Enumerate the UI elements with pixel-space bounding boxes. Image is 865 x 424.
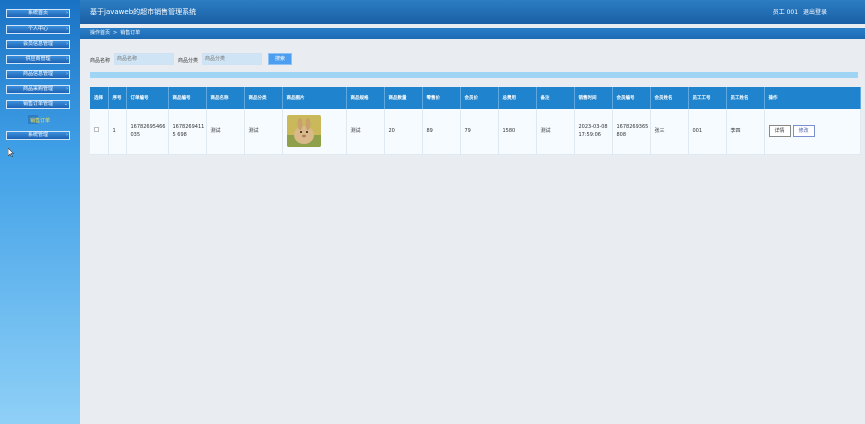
sidebar-item-label: 商品信息管理 — [22, 71, 53, 77]
sidebar-item-label: 系统首页 — [27, 10, 48, 16]
column-header[interactable]: 商品数量 — [384, 87, 423, 109]
sidebar-item-label: 销售订单管理 — [22, 101, 53, 107]
search-form: 商品名称 商品分类 — [90, 53, 390, 65]
mouse-cursor-icon — [8, 148, 14, 157]
cell-index: 1 — [108, 109, 127, 155]
cell-member-name: 张三 — [650, 109, 689, 155]
category-input[interactable] — [202, 53, 262, 65]
product-name-input[interactable] — [114, 53, 174, 65]
cell-product-name: 测试 — [206, 109, 245, 155]
column-header[interactable]: 零售价 — [422, 87, 461, 109]
sidebar-item-home[interactable]: 系统首页 › — [6, 9, 70, 18]
sidebar-item-system[interactable]: 系统管理 › — [6, 131, 70, 140]
breadcrumb-home[interactable]: 操作首页 — [90, 30, 110, 36]
search-button[interactable]: 搜索 — [268, 53, 292, 65]
sidebar-item-label: 商品采购管理 — [22, 86, 53, 92]
sidebar-subitem-sales-order[interactable]: 销售订单 — [28, 115, 51, 124]
table-row: 1 16782695466035 16782694115 698 测试 测试 测… — [90, 109, 861, 155]
sidebar: 系统首页 › 个人中心 › 会员信息管理 › 供应商管理 › 商品信息管理 › 商品采购管… — [0, 0, 80, 424]
cell-spec: 测试 — [346, 109, 385, 155]
column-header[interactable]: 商品规格 — [346, 87, 385, 109]
chevron-right-icon: › — [66, 86, 68, 92]
column-header[interactable]: 会员价 — [460, 87, 499, 109]
category-label: 商品分类 — [178, 58, 199, 64]
cell-remark: 测试 — [536, 109, 575, 155]
sidebar-item-purchases[interactable]: 商品采购管理 › — [6, 85, 70, 94]
column-header[interactable]: 总费用 — [498, 87, 537, 109]
chevron-right-icon: › — [66, 132, 68, 138]
breadcrumb: 操作首页 > 销售订单 — [80, 28, 865, 39]
sidebar-item-label: 供应商管理 — [25, 56, 51, 62]
column-header[interactable]: 备注 — [536, 87, 575, 109]
cell-retail-price: 89 — [422, 109, 461, 155]
product-image — [286, 115, 321, 148]
breadcrumb-separator: > — [113, 30, 118, 36]
cell-member-no: 1678269365 808 — [612, 109, 651, 155]
row-select-cell[interactable] — [90, 109, 109, 155]
column-header: 选择 — [90, 87, 109, 109]
sidebar-item-label: 会员信息管理 — [22, 41, 53, 47]
cell-actions: 详情 修改 — [764, 109, 861, 155]
cell-staff-no: 001 — [688, 109, 727, 155]
sidebar-item-suppliers[interactable]: 供应商管理 › — [6, 55, 70, 64]
cell-quantity: 20 — [384, 109, 423, 155]
user-area: 员工 001 退出登录 — [770, 7, 827, 16]
column-header[interactable]: 商品分类 — [244, 87, 283, 109]
cell-member-price: 79 — [460, 109, 499, 155]
sidebar-item-members[interactable]: 会员信息管理 › — [6, 40, 70, 49]
cell-total: 1580 — [498, 109, 537, 155]
product-name-label: 商品名称 — [90, 58, 111, 64]
app-title: 基于javaweb的超市销售管理系统 — [90, 8, 197, 16]
breadcrumb-current: 销售订单 — [120, 30, 141, 36]
cell-image — [282, 109, 347, 155]
chevron-down-icon: ⌄ — [63, 101, 68, 107]
column-header[interactable]: 员工姓名 — [726, 87, 765, 109]
user-label: 员工 001 — [772, 9, 799, 16]
column-header[interactable]: 员工工号 — [688, 87, 727, 109]
chevron-right-icon: › — [66, 41, 68, 47]
sidebar-item-sales-orders[interactable]: 销售订单管理 ⌄ — [6, 100, 70, 109]
chevron-right-icon: › — [66, 71, 68, 77]
edit-button[interactable]: 修改 — [792, 125, 815, 138]
sidebar-item-label: 系统管理 — [27, 132, 48, 138]
chevron-right-icon: › — [66, 26, 68, 32]
cell-sale-time: 2023-03-08 17:59:06 — [574, 109, 613, 155]
sidebar-item-profile[interactable]: 个人中心 › — [6, 25, 70, 34]
top-header: 基于javaweb的超市销售管理系统 员工 001 退出登录 — [80, 0, 865, 24]
table-header-row: 选择 序号 订单编号 商品编号 商品名称 商品分类 商品图片 商品规格 商品数量… — [90, 87, 861, 109]
column-header[interactable]: 销售时间 — [574, 87, 613, 109]
column-header: 序号 — [108, 87, 127, 109]
column-header: 操作 — [764, 87, 861, 109]
column-header[interactable]: 会员姓名 — [650, 87, 689, 109]
orders-table: 选择 序号 订单编号 商品编号 商品名称 商品分类 商品图片 商品规格 商品数量… — [90, 87, 861, 155]
toolbar-strip — [90, 72, 858, 78]
detail-button[interactable]: 详情 — [768, 125, 791, 138]
row-checkbox[interactable] — [94, 127, 99, 133]
chevron-right-icon: › — [66, 10, 68, 16]
cell-product-no: 16782694115 698 — [168, 109, 207, 155]
cell-order-no: 16782695466035 — [126, 109, 169, 155]
sidebar-item-products[interactable]: 商品信息管理 › — [6, 70, 70, 79]
column-header[interactable]: 订单编号 — [126, 87, 169, 109]
sidebar-item-label: 个人中心 — [27, 26, 48, 32]
cell-staff-name: 李四 — [726, 109, 765, 155]
sidebar-subitem-label: 销售订单 — [30, 118, 51, 124]
chevron-right-icon: › — [66, 56, 68, 62]
logout-link[interactable]: 退出登录 — [803, 9, 827, 16]
column-header[interactable]: 会员编号 — [612, 87, 651, 109]
cell-category: 测试 — [244, 109, 283, 155]
column-header[interactable]: 商品名称 — [206, 87, 245, 109]
column-header[interactable]: 商品编号 — [168, 87, 207, 109]
column-header: 商品图片 — [282, 87, 347, 109]
